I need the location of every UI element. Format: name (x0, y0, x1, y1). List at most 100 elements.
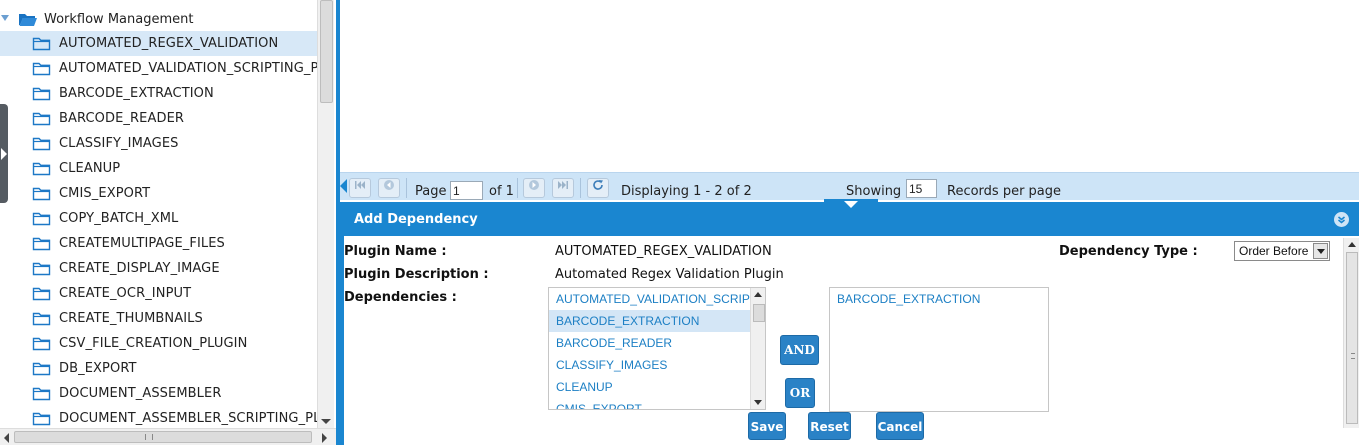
tree-item[interactable]: CREATE_OCR_INPUT (0, 281, 317, 306)
folder-icon (32, 136, 51, 151)
tree-item-label: CREATE_OCR_INPUT (59, 286, 192, 301)
dependency-option[interactable]: AUTOMATED_VALIDATION_SCRIPT (549, 288, 750, 310)
tree-item-label: CSV_FILE_CREATION_PLUGIN (59, 336, 248, 351)
tree-item-label: CREATE_THUMBNAILS (59, 311, 203, 326)
tree-root-label: Workflow Management (44, 11, 194, 27)
grip-icon (145, 434, 153, 440)
dependency-option[interactable]: CMIS_EXPORT (549, 398, 750, 409)
folder-icon (32, 86, 51, 101)
dialog-scroll-thumb[interactable] (1346, 252, 1358, 424)
records-per-page-input[interactable] (906, 179, 937, 198)
tree-item[interactable]: DB_EXPORT (0, 356, 317, 381)
and-button[interactable]: AND (780, 335, 819, 365)
folder-icon (32, 411, 51, 426)
dependency-option[interactable]: CLASSIFY_IMAGES (549, 354, 750, 376)
selected-dependencies-box[interactable]: BARCODE_EXTRACTION (829, 287, 1049, 412)
app-window: Workflow Management AUTOMATED_REGEX_VALI… (0, 0, 1359, 445)
folder-icon (32, 286, 51, 301)
dependency-option[interactable]: BARCODE_READER (549, 332, 750, 354)
collapse-left-icon[interactable] (340, 179, 347, 193)
tree-item-label: CLEANUP (59, 161, 121, 176)
scroll-up-arrow-icon[interactable] (1348, 242, 1356, 247)
list-scrollbar[interactable] (750, 288, 765, 409)
dependency-type-selected-value: Order Before (1239, 244, 1309, 258)
tree-item[interactable]: DOCUMENT_ASSEMBLER (0, 381, 317, 406)
folder-icon (32, 36, 51, 51)
folder-icon (32, 61, 51, 76)
collapse-panel-icon[interactable] (1334, 212, 1349, 227)
available-dependencies-list[interactable]: AUTOMATED_VALIDATION_SCRIPT BARCODE_EXTRA… (548, 287, 766, 410)
tree-item-label: BARCODE_READER (59, 111, 185, 126)
list-scroll-thumb[interactable] (753, 304, 765, 322)
tree-item-label: COPY_BATCH_XML (59, 211, 179, 226)
tree-item[interactable]: CREATEMULTIPAGE_FILES (0, 231, 317, 256)
tree-item[interactable]: CLEANUP (0, 156, 317, 181)
prev-page-button[interactable] (378, 178, 400, 198)
dropdown-arrow-icon[interactable] (1313, 243, 1328, 259)
workflow-tree-panel: Workflow Management AUTOMATED_REGEX_VALI… (0, 0, 336, 445)
folder-icon (32, 161, 51, 176)
tree-item[interactable]: CREATE_DISPLAY_IMAGE (0, 256, 317, 281)
tree-item[interactable]: AUTOMATED_VALIDATION_SCRIPTING_PL (0, 56, 326, 81)
tree-horizontal-scrollbar[interactable] (0, 428, 336, 445)
tree-item-label: AUTOMATED_REGEX_VALIDATION (59, 36, 279, 51)
tree-item-label: CREATE_DISPLAY_IMAGE (59, 261, 220, 276)
folder-icon (32, 236, 51, 251)
tree-item[interactable]: BARCODE_READER (0, 106, 317, 131)
selected-dependency-item[interactable]: BARCODE_EXTRACTION (837, 292, 980, 306)
tree-item-label: BARCODE_EXTRACTION (59, 86, 214, 101)
tree-root-node[interactable]: Workflow Management (0, 9, 193, 29)
folder-icon (32, 186, 51, 201)
tree-item-label: DOCUMENT_ASSEMBLER (59, 386, 222, 401)
main-content: Page of 1 Displaying 1 - 2 of 2 Showing … (340, 0, 1359, 445)
tree-item[interactable]: CSV_FILE_CREATION_PLUGIN (0, 331, 317, 356)
tree-item[interactable]: CREATE_THUMBNAILS (0, 306, 317, 331)
triangle-down-icon (844, 201, 858, 208)
grip-icon (1351, 353, 1355, 359)
toolbar-separator (580, 178, 581, 198)
tree-hscroll-thumb[interactable] (14, 431, 312, 443)
pagination-toolbar: Page of 1 Displaying 1 - 2 of 2 Showing … (340, 172, 1359, 200)
plugin-description-label: Plugin Description : (344, 267, 489, 282)
dependency-type-select[interactable]: Order Before (1234, 241, 1330, 261)
scroll-down-arrow-icon[interactable] (754, 400, 762, 405)
toolbar-separator (517, 178, 518, 198)
tree-item-label: CMIS_EXPORT (59, 186, 151, 201)
expand-pager-tab[interactable] (824, 199, 878, 211)
tree-vscroll-thumb[interactable] (320, 0, 333, 103)
refresh-button[interactable] (587, 178, 609, 198)
folder-icon (32, 336, 51, 351)
scroll-down-arrow-icon[interactable] (321, 419, 331, 424)
tree-item-label: CREATEMULTIPAGE_FILES (59, 236, 225, 251)
tree-item[interactable]: BARCODE_EXTRACTION (0, 81, 317, 106)
expand-arrow-icon[interactable] (0, 13, 12, 25)
page-label: Page (415, 184, 447, 199)
dependency-option[interactable]: CLEANUP (549, 376, 750, 398)
tree-item[interactable]: CLASSIFY_IMAGES (0, 131, 317, 156)
cancel-button[interactable]: Cancel (876, 412, 924, 440)
tree-item[interactable]: COPY_BATCH_XML (0, 206, 317, 231)
scroll-up-arrow-icon[interactable] (754, 292, 762, 297)
folder-icon (32, 211, 51, 226)
tree-item[interactable]: CMIS_EXPORT (0, 181, 317, 206)
tree-item[interactable]: AUTOMATED_REGEX_VALIDATION (0, 31, 317, 56)
folder-icon (32, 311, 51, 326)
reset-button[interactable]: Reset (808, 412, 851, 440)
scroll-right-arrow-icon[interactable] (322, 433, 327, 443)
next-page-button[interactable] (523, 178, 545, 198)
or-button[interactable]: OR (785, 378, 815, 408)
last-page-button[interactable] (552, 178, 574, 198)
triangle-right-icon (1, 148, 7, 160)
first-page-button[interactable] (349, 178, 371, 198)
open-folder-icon (18, 12, 38, 27)
tree-vertical-scrollbar[interactable] (317, 0, 334, 428)
plugin-name-value: AUTOMATED_REGEX_VALIDATION (555, 244, 772, 259)
page-number-input[interactable] (450, 181, 483, 200)
tree-item-label: CLASSIFY_IMAGES (59, 136, 179, 151)
dependency-option[interactable]: BARCODE_EXTRACTION (549, 310, 750, 332)
save-button[interactable]: Save (748, 412, 786, 440)
collapse-side-handle[interactable] (0, 104, 8, 203)
records-per-page-label: Records per page (947, 184, 1062, 199)
dialog-scrollbar[interactable] (1343, 238, 1359, 428)
scroll-left-arrow-icon[interactable] (4, 433, 9, 443)
